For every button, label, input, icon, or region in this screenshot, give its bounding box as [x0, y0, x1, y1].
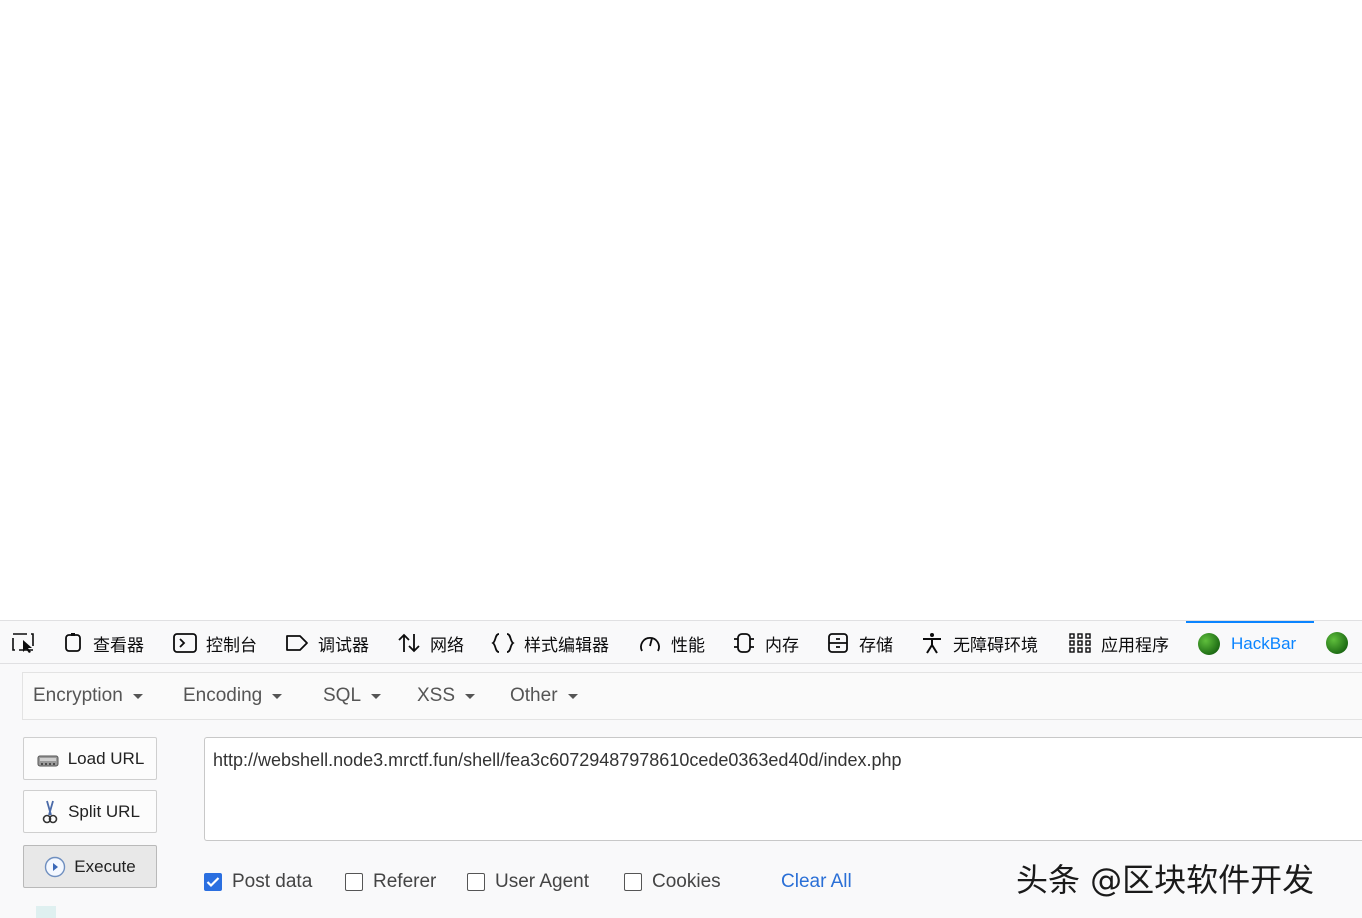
- tab-performance-label: 性能: [671, 635, 705, 655]
- web-page-viewport: [0, 0, 1362, 620]
- caret-down-icon: [465, 693, 476, 699]
- menu-xss-label: XSS: [417, 685, 456, 706]
- hackbar-globe-icon: [1198, 633, 1220, 655]
- referer-label: Referer: [373, 871, 437, 892]
- hackbar-menu-bar: Encryption Encoding SQL XSS Other: [22, 672, 1362, 720]
- cookies-option[interactable]: Cookies: [624, 870, 721, 894]
- menu-other-label: Other: [510, 685, 558, 706]
- menu-sql[interactable]: SQL: [323, 673, 382, 719]
- caret-down-icon: [371, 693, 382, 699]
- tab-debugger-label: 调试器: [318, 635, 369, 655]
- performance-icon: [640, 637, 660, 652]
- watermark: 头条 @区块软件开发: [1016, 861, 1315, 899]
- tab-accessibility-label: 无障碍环境: [953, 635, 1038, 655]
- load-url-button[interactable]: Load URL: [23, 737, 157, 780]
- console-icon: [173, 633, 197, 653]
- tab-inspector[interactable]: 查看器: [62, 621, 144, 665]
- tab-storage[interactable]: 存储: [826, 621, 893, 665]
- execute-button[interactable]: Execute: [23, 845, 157, 888]
- user-agent-label: User Agent: [495, 871, 589, 892]
- checkmark-icon: [206, 877, 220, 888]
- execute-label: Execute: [74, 856, 136, 876]
- load-url-icon: [37, 755, 59, 766]
- tab-network-label: 网络: [430, 635, 464, 655]
- accessibility-icon: [923, 633, 941, 654]
- menu-encryption-label: Encryption: [33, 685, 123, 706]
- user-agent-checkbox[interactable]: [467, 873, 485, 891]
- url-value: http://webshell.node3.mrctf.fun/shell/fe…: [213, 750, 902, 770]
- tab-memory-label: 内存: [765, 635, 799, 655]
- devtools-toolbar: 查看器 控制台 调试器 网络 样式编辑器 性能 内存 存储 无障碍环境 应用程序…: [0, 620, 1362, 664]
- clear-all-label: Clear All: [781, 871, 852, 892]
- tab-style-editor[interactable]: 样式编辑器: [491, 621, 609, 665]
- tab-console-label: 控制台: [206, 635, 257, 655]
- tab-inspector-label: 查看器: [93, 635, 144, 655]
- referer-checkbox[interactable]: [345, 873, 363, 891]
- clear-all-button[interactable]: Clear All: [781, 870, 852, 894]
- memory-icon: [734, 633, 754, 653]
- tab-application[interactable]: 应用程序: [1068, 621, 1169, 665]
- post-data-option[interactable]: Post data: [204, 870, 312, 894]
- storage-icon: [828, 633, 848, 653]
- load-url-label: Load URL: [67, 748, 145, 768]
- menu-encoding[interactable]: Encoding: [183, 673, 283, 719]
- tab-style-editor-label: 样式编辑器: [524, 635, 609, 655]
- post-data-label: Post data: [232, 871, 313, 892]
- tab-debugger[interactable]: 调试器: [285, 621, 369, 665]
- caret-down-icon: [272, 693, 283, 699]
- tab-memory[interactable]: 内存: [732, 621, 799, 665]
- scissors-icon: [42, 800, 58, 823]
- split-url-button[interactable]: Split URL: [23, 790, 157, 833]
- tab-performance[interactable]: 性能: [638, 621, 705, 665]
- cookies-label: Cookies: [652, 871, 721, 892]
- split-url-label: Split URL: [68, 801, 140, 821]
- globe-icon: [1326, 632, 1348, 654]
- referer-option[interactable]: Referer: [345, 870, 436, 894]
- tab-console[interactable]: 控制台: [173, 621, 257, 665]
- tab-application-label: 应用程序: [1101, 635, 1169, 655]
- tab-accessibility[interactable]: 无障碍环境: [920, 621, 1038, 665]
- tab-storage-label: 存储: [859, 635, 893, 655]
- caret-down-icon: [567, 693, 578, 699]
- menu-other[interactable]: Other: [510, 673, 578, 719]
- panel-stub: [36, 906, 56, 918]
- tab-hackbar[interactable]: HackBar: [1186, 621, 1314, 665]
- user-agent-option[interactable]: User Agent: [467, 870, 589, 894]
- inspector-icon: [65, 633, 81, 652]
- play-icon: [45, 856, 66, 877]
- devtools-panel: 查看器 控制台 调试器 网络 样式编辑器 性能 内存 存储 无障碍环境 应用程序…: [0, 620, 1362, 918]
- cookies-checkbox[interactable]: [624, 873, 642, 891]
- caret-down-icon: [132, 693, 143, 699]
- menu-encoding-label: Encoding: [183, 685, 263, 706]
- network-icon: [398, 633, 420, 653]
- tab-hackbar-label: HackBar: [1231, 634, 1297, 653]
- menu-xss[interactable]: XSS: [417, 673, 476, 719]
- tab-extension-overflow[interactable]: [1326, 621, 1359, 665]
- style-editor-icon: [491, 633, 515, 653]
- menu-encryption[interactable]: Encryption: [33, 673, 143, 719]
- application-icon: [1069, 633, 1091, 653]
- debugger-icon: [286, 635, 308, 651]
- menu-sql-label: SQL: [323, 685, 362, 706]
- url-textarea[interactable]: http://webshell.node3.mrctf.fun/shell/fe…: [204, 737, 1362, 841]
- element-picker-icon: [12, 633, 34, 653]
- tab-network[interactable]: 网络: [397, 621, 464, 665]
- post-data-checkbox[interactable]: [204, 873, 222, 891]
- element-picker-button[interactable]: [12, 621, 47, 665]
